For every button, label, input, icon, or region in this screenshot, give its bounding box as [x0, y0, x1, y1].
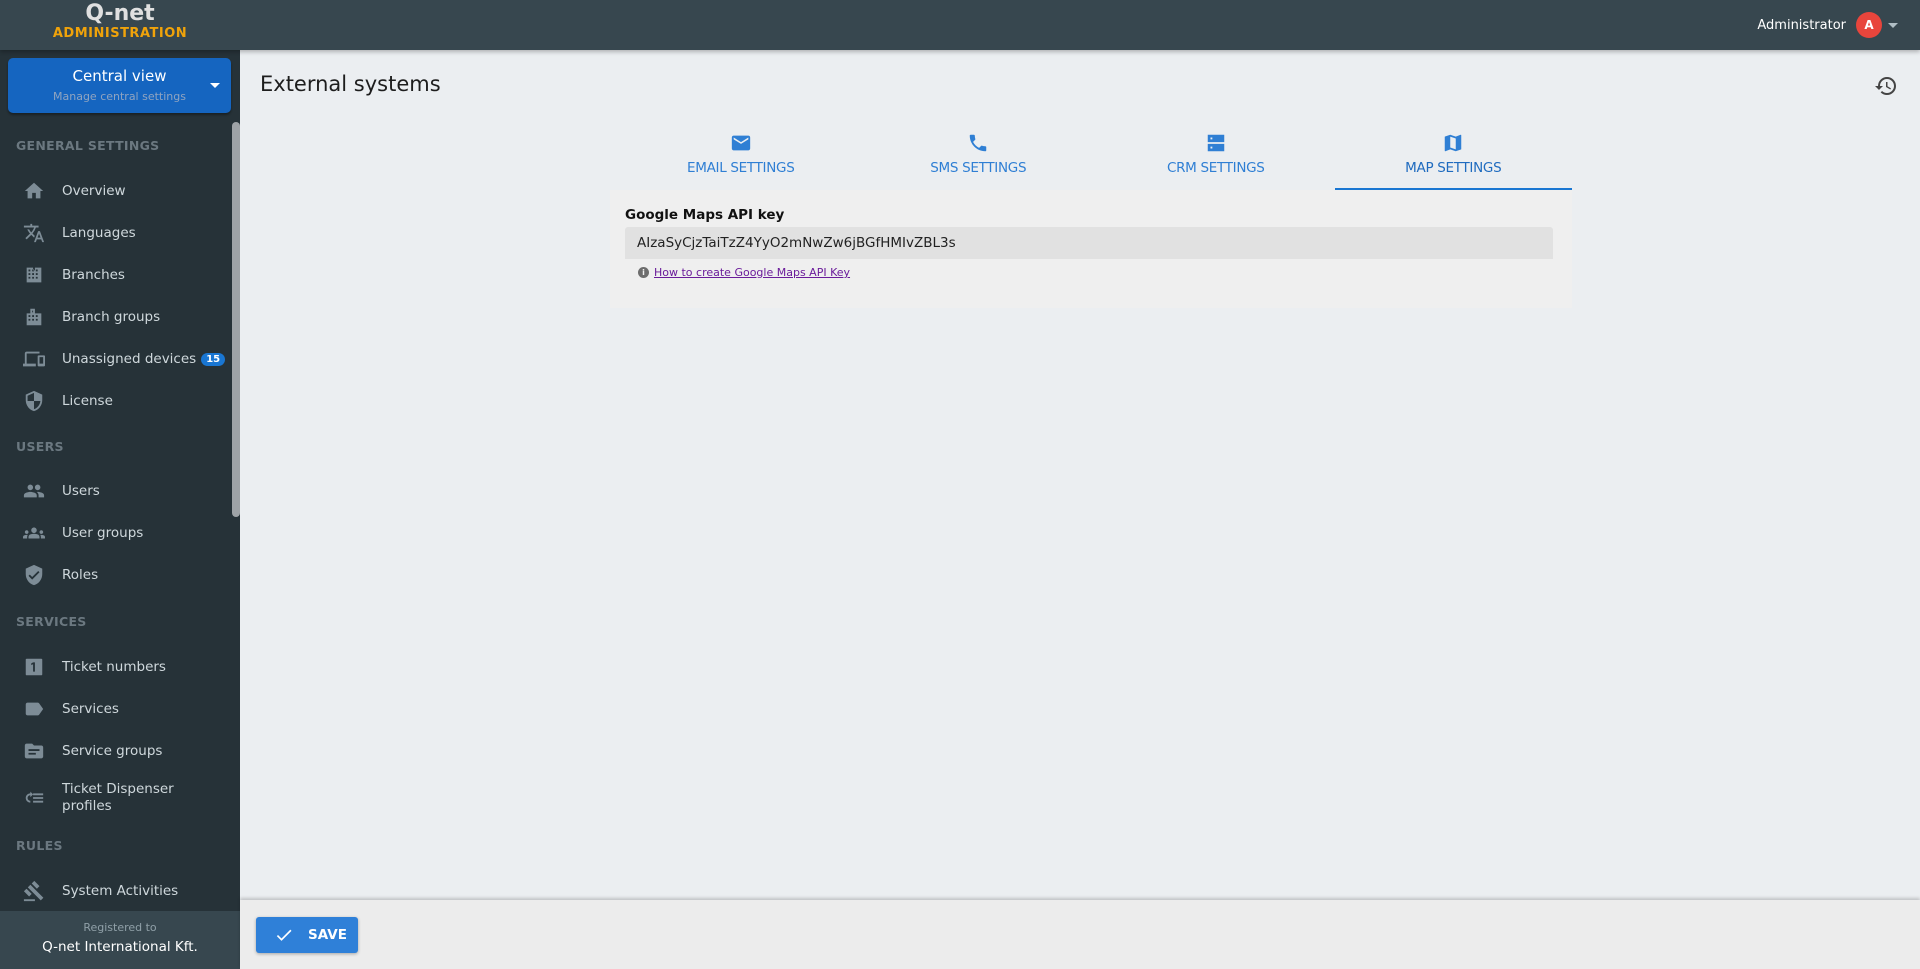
folder-icon — [22, 739, 46, 763]
central-view-title: Central view — [72, 67, 167, 85]
logo-sub: ADMINISTRATION — [52, 26, 188, 41]
help-row: i How to create Google Maps API Key — [638, 266, 850, 279]
logo: Q-net ADMINISTRATION — [0, 0, 240, 50]
sidebar-item-label: User groups — [62, 524, 144, 541]
sidebar-item-label: Overview — [62, 182, 126, 199]
home-icon — [22, 179, 46, 203]
sidebar-item-branches[interactable]: Branches — [0, 260, 230, 290]
section-general-settings: GENERAL SETTINGS — [16, 138, 160, 153]
ticket-number-icon — [22, 655, 46, 679]
map-settings-panel: Google Maps API key i How to create Goog… — [610, 190, 1572, 308]
tab-label: EMAIL SETTINGS — [687, 160, 795, 176]
server-icon — [1207, 134, 1224, 152]
page-title: External systems — [260, 72, 441, 96]
sidebar: Central view Manage central settings GEN… — [0, 50, 240, 969]
save-label: SAVE — [308, 927, 347, 943]
sidebar-item-overview[interactable]: Overview — [0, 176, 230, 206]
unassigned-count-badge: 15 — [201, 352, 226, 366]
footer-bar: SAVE — [240, 900, 1920, 969]
chevron-down-icon — [210, 83, 220, 88]
tab-email-settings[interactable]: EMAIL SETTINGS — [622, 126, 860, 190]
gavel-icon — [22, 879, 46, 903]
sidebar-item-ticket-numbers[interactable]: Ticket numbers — [0, 652, 230, 682]
user-menu[interactable]: Administrator A — [1757, 12, 1898, 38]
shield-icon — [22, 389, 46, 413]
buildings-icon — [22, 305, 46, 329]
tab-label: SMS SETTINGS — [930, 160, 1027, 176]
api-key-label: Google Maps API key — [625, 207, 785, 223]
sidebar-item-label: Ticket numbers — [62, 658, 166, 675]
label-icon — [22, 697, 46, 721]
logo-main: Q-net — [85, 1, 155, 26]
registered-label: Registered to — [83, 921, 157, 934]
chevron-down-icon — [1888, 22, 1898, 28]
sidebar-scrollbar[interactable] — [232, 122, 240, 517]
users-icon — [22, 479, 46, 503]
sidebar-item-label: Service groups — [62, 742, 163, 759]
settings-tabs: EMAIL SETTINGS SMS SETTINGS CRM SETTINGS… — [622, 126, 1572, 190]
info-icon: i — [638, 267, 649, 278]
tab-map-settings[interactable]: MAP SETTINGS — [1334, 126, 1573, 190]
main-content: External systems EMAIL SETTINGS SMS SETT… — [240, 50, 1920, 900]
tab-label: MAP SETTINGS — [1405, 160, 1502, 176]
sidebar-item-label: Languages — [62, 224, 136, 241]
sidebar-item-ticket-dispenser-profiles[interactable]: Ticket Dispenser profiles — [0, 778, 230, 818]
sidebar-item-license[interactable]: License — [0, 386, 230, 416]
sidebar-item-unassigned-devices[interactable]: Unassigned devices 15 — [0, 344, 230, 374]
sidebar-item-label: Users — [62, 482, 100, 499]
registered-name: Q-net International Kft. — [42, 939, 198, 955]
sidebar-item-label: Ticket Dispenser profiles — [62, 781, 174, 814]
sidebar-item-users[interactable]: Users — [0, 476, 230, 506]
save-button[interactable]: SAVE — [256, 917, 358, 953]
sidebar-item-label: System Activities — [62, 882, 179, 899]
user-name: Administrator — [1757, 17, 1846, 33]
top-bar: Q-net ADMINISTRATION Administrator A — [0, 0, 1920, 50]
history-icon[interactable] — [1874, 74, 1898, 98]
section-rules: RULES — [16, 838, 63, 853]
check-icon — [276, 929, 292, 941]
sidebar-item-label: Branch groups — [62, 308, 161, 325]
shield-check-icon — [22, 563, 46, 587]
sidebar-item-languages[interactable]: Languages — [0, 218, 230, 248]
sidebar-item-label: Roles — [62, 566, 99, 583]
translate-icon — [22, 221, 46, 245]
sidebar-item-roles[interactable]: Roles — [0, 560, 230, 590]
list-return-icon — [22, 786, 46, 810]
sidebar-item-services[interactable]: Services — [0, 694, 230, 724]
tab-label: CRM SETTINGS — [1166, 160, 1265, 176]
devices-icon — [22, 347, 46, 371]
central-view-selector[interactable]: Central view Manage central settings — [8, 58, 231, 113]
phone-icon — [970, 134, 987, 152]
tab-sms-settings[interactable]: SMS SETTINGS — [860, 126, 1098, 190]
building-icon — [22, 263, 46, 287]
section-services: SERVICES — [16, 614, 87, 629]
sidebar-item-label: License — [62, 392, 113, 409]
section-users: USERS — [16, 439, 64, 454]
registration-info: Registered to Q-net International Kft. — [0, 911, 240, 969]
sidebar-item-branch-groups[interactable]: Branch groups — [0, 302, 230, 332]
sidebar-item-label: Unassigned devices — [62, 350, 197, 367]
sidebar-item-system-activities[interactable]: System Activities — [0, 876, 230, 906]
api-key-input[interactable] — [625, 227, 1553, 259]
how-to-create-api-key-link[interactable]: How to create Google Maps API Key — [654, 266, 850, 279]
sidebar-item-service-groups[interactable]: Service groups — [0, 736, 230, 766]
avatar: A — [1856, 12, 1882, 38]
user-groups-icon — [22, 521, 46, 545]
map-icon — [1445, 134, 1462, 152]
central-view-subtitle: Manage central settings — [53, 90, 186, 103]
email-icon — [731, 135, 750, 151]
sidebar-item-label: Branches — [62, 266, 125, 283]
sidebar-item-user-groups[interactable]: User groups — [0, 518, 230, 548]
tab-crm-settings[interactable]: CRM SETTINGS — [1097, 126, 1335, 190]
sidebar-item-label: Services — [62, 700, 119, 717]
